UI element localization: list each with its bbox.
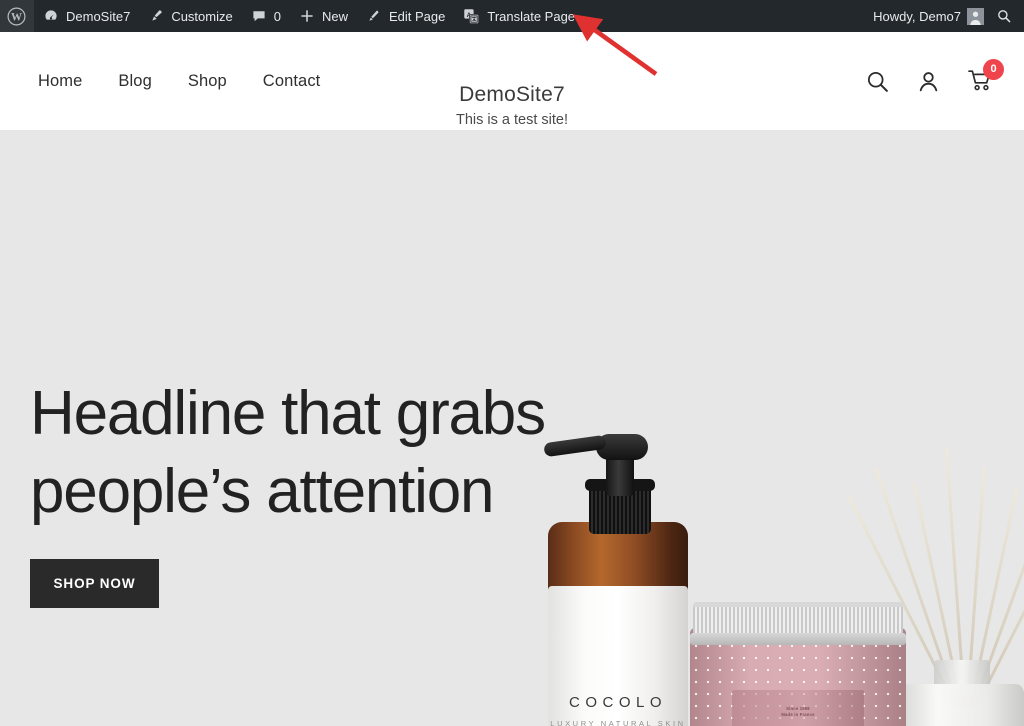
admin-bar-account-group[interactable]: Howdy, Demo7 — [873, 7, 1024, 25]
wordpress-logo-button[interactable]: W — [0, 0, 34, 32]
admin-bar-howdy-label: Howdy, Demo7 — [873, 8, 961, 24]
admin-bar-comment-count: 0 — [273, 8, 281, 24]
dashboard-icon — [43, 8, 59, 24]
product-pink-jar: Since 1998 Made in France COCOLO LUXURY … — [690, 590, 906, 726]
hero-headline: Headline that grabs people’s attention — [30, 379, 546, 526]
admin-bar-edit-page-label: Edit Page — [388, 8, 446, 24]
plus-icon — [299, 8, 315, 24]
admin-bar-item-comments[interactable]: 0 — [242, 0, 290, 32]
header-icon-group: 0 — [865, 32, 1004, 130]
primary-navigation: Home Blog Shop Contact — [38, 32, 320, 130]
user-account-icon — [919, 71, 938, 91]
pump-bottle-subtitle: LUXURY NATURAL SKIN — [550, 719, 686, 726]
wordpress-logo-icon: W — [7, 7, 26, 26]
admin-bar-site-name-label: DemoSite7 — [66, 8, 131, 24]
admin-bar-item-customize[interactable]: Customize — [139, 0, 241, 32]
hero-section: Since 1998 Made in France COCOLO LUXURY … — [0, 130, 1024, 726]
shop-now-button[interactable]: SHOP NOW — [30, 559, 159, 608]
admin-bar-new-label: New — [321, 8, 348, 24]
hero-copy-block: Headline that grabs people’s attention S… — [30, 375, 590, 608]
admin-bar-item-site-name[interactable]: DemoSite7 — [34, 0, 139, 32]
translate-icon: A — [463, 8, 480, 25]
admin-bar-item-edit-page[interactable]: Edit Page — [357, 0, 454, 32]
nav-item-contact[interactable]: Contact — [263, 72, 321, 91]
pink-jar-label-panel: Since 1998 Made in France COCOLO LUXURY … — [732, 690, 864, 726]
nav-item-home[interactable]: Home — [38, 72, 82, 91]
search-icon — [867, 71, 888, 92]
product-reed-diffuser: Since 1998 Made in France COCOLO LUXURY … — [847, 448, 1024, 726]
header-cart-button[interactable]: 0 — [967, 59, 1004, 94]
diffuser-glass — [900, 684, 1024, 726]
cart-count-badge: 0 — [983, 59, 1004, 80]
paintbrush-icon — [148, 8, 164, 24]
page-root: W DemoSite7 Customize 0 New Edit Page A … — [0, 0, 1024, 726]
pump-bottle-brand: COCOLO — [568, 694, 667, 711]
nav-item-shop[interactable]: Shop — [188, 72, 227, 91]
svg-text:W: W — [11, 11, 22, 23]
nav-item-blog[interactable]: Blog — [118, 72, 151, 91]
admin-bar-translate-page-label: Translate Page — [487, 8, 576, 24]
header-search-button[interactable] — [865, 69, 890, 94]
admin-bar-search-button[interactable] — [984, 8, 1024, 24]
admin-bar-item-translate-page[interactable]: A Translate Page — [454, 0, 584, 32]
search-icon — [998, 10, 1011, 23]
pink-jar-lid — [690, 602, 906, 645]
user-avatar-icon — [967, 7, 984, 25]
admin-bar-customize-label: Customize — [171, 8, 233, 24]
comment-bubble-icon — [251, 8, 267, 24]
pink-jar-micro-text: Since 1998 Made in France — [781, 706, 815, 717]
wp-admin-bar: W DemoSite7 Customize 0 New Edit Page A … — [0, 0, 1024, 32]
admin-bar-item-new[interactable]: New — [290, 0, 357, 32]
site-header: Home Blog Shop Contact DemoSite7 This is… — [0, 32, 1024, 130]
pencil-icon — [366, 8, 382, 24]
header-account-button[interactable] — [916, 69, 941, 94]
